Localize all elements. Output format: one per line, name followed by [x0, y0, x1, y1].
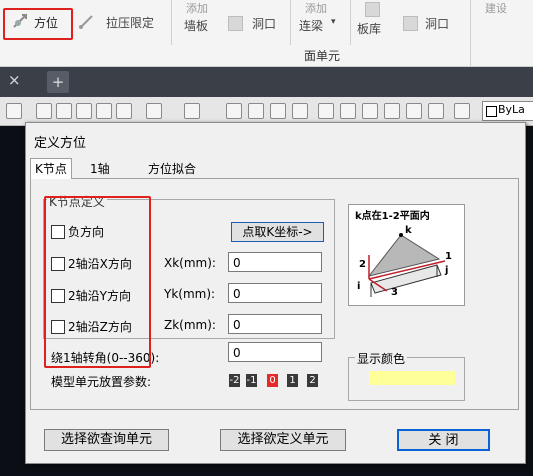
diagram-label-i: i: [357, 281, 361, 292]
zk-input[interactable]: 0: [228, 314, 322, 334]
checkbox-highlight: [44, 196, 151, 368]
diagram-label-k: k: [405, 225, 412, 236]
tab-orientation-fit[interactable]: 方位拟合: [144, 159, 200, 179]
yk-input[interactable]: 0: [228, 283, 322, 303]
match-icon[interactable]: [96, 103, 112, 119]
toolbar-icon[interactable]: [6, 103, 22, 119]
placement-label: 模型单元放置参数:: [51, 375, 152, 389]
insert-icon[interactable]: [116, 103, 132, 119]
rotation-input[interactable]: 0: [228, 342, 322, 362]
tool-palette-icon[interactable]: [362, 103, 378, 119]
markup-icon[interactable]: [406, 103, 422, 119]
ribbon: 方位 拉压限定 添加 墙板 洞口 添加 连梁 ▾ 板库 洞口 建设 面单元: [0, 0, 533, 67]
tension-limit-label: 拉压限定: [106, 16, 155, 30]
link-beam-tool[interactable]: 添加 连梁 ▾: [297, 0, 343, 40]
hole-label-1: 洞口: [252, 17, 277, 31]
pan-icon[interactable]: [226, 103, 242, 119]
chevron-down-icon: ▾: [331, 17, 336, 27]
diagram-label-2: 2: [359, 259, 366, 270]
redo-icon[interactable]: [184, 103, 200, 119]
tension-limit-icon: [79, 15, 93, 29]
calculator-icon[interactable]: [428, 103, 444, 119]
hole-icon: [403, 16, 418, 31]
hole-tool-1[interactable]: 洞口: [228, 14, 288, 32]
pick-k-coordinate-button[interactable]: 点取K坐标->: [231, 222, 324, 242]
divider: [290, 0, 291, 45]
placement-option[interactable]: -2: [229, 374, 240, 387]
cut-icon[interactable]: [36, 103, 52, 119]
zk-label: Zk(mm):: [164, 318, 216, 332]
divider: [470, 0, 471, 66]
link-beam-line1: 添加: [305, 2, 327, 15]
add-wall-tool[interactable]: 添加 墙板: [182, 0, 222, 40]
add-wall-line1: 添加: [186, 2, 208, 15]
display-color-title: 显示颜色: [355, 350, 408, 367]
copy-icon[interactable]: [56, 103, 72, 119]
yk-label: Yk(mm):: [164, 287, 216, 301]
hole-label-2: 洞口: [425, 17, 450, 31]
tension-limit-tool[interactable]: 拉压限定: [78, 13, 168, 31]
orient-highlight: [3, 8, 73, 40]
divider: [350, 0, 351, 45]
slab-lib-tool[interactable]: 板库: [356, 2, 392, 38]
diagram-title: k点在1-2平面内: [355, 211, 430, 222]
paste-icon[interactable]: [76, 103, 92, 119]
xk-label: Xk(mm):: [164, 256, 216, 270]
link-beam-line2: 连梁: [299, 19, 324, 33]
close-button[interactable]: 关 闭: [397, 429, 490, 451]
drawing-tab-strip: × +: [0, 67, 533, 97]
diagram-label-1: 1: [445, 251, 452, 262]
zoom-prev-icon[interactable]: [292, 103, 308, 119]
xk-input[interactable]: 0: [228, 252, 322, 272]
dialog-title: 定义方位: [34, 136, 87, 151]
diagram-label-3: 3: [391, 287, 398, 298]
slab-lib-icon: [365, 2, 380, 17]
placement-option-selected[interactable]: 0: [267, 374, 278, 387]
bylayer-swatch: [486, 106, 497, 117]
sheet-set-icon[interactable]: [384, 103, 400, 119]
zoom-window-icon[interactable]: [270, 103, 286, 119]
diagram-label-j: j: [445, 265, 449, 276]
add-wall-line2: 墙板: [184, 19, 209, 33]
bylayer-field[interactable]: ByLa: [482, 101, 533, 121]
partial-right-label: 建设: [485, 2, 507, 15]
select-query-element-button[interactable]: 选择欲查询单元: [44, 429, 169, 451]
placement-option[interactable]: 1: [287, 374, 298, 387]
undo-icon[interactable]: [146, 103, 162, 119]
placement-option[interactable]: 2: [307, 374, 318, 387]
ribbon-group-label: 面单元: [304, 49, 341, 63]
placement-option[interactable]: -1: [246, 374, 257, 387]
properties-icon[interactable]: [318, 103, 334, 119]
hole-tool-2[interactable]: 洞口: [403, 14, 463, 32]
define-orientation-dialog: 定义方位 K节点 1轴 方位拟合 K节点定义 负方向 2轴沿X方向 2轴沿Y方向…: [25, 122, 526, 464]
layer-icon[interactable]: [454, 103, 470, 119]
select-define-element-button[interactable]: 选择欲定义单元: [220, 429, 346, 451]
display-color-swatch[interactable]: [369, 371, 455, 385]
divider: [171, 0, 172, 45]
hole-icon: [228, 16, 243, 31]
add-tab-button[interactable]: +: [47, 71, 69, 93]
orientation-diagram: k点在1-2平面内 k 1 2 j i 3: [348, 204, 465, 306]
bylayer-label: ByLa: [498, 103, 525, 116]
design-center-icon[interactable]: [340, 103, 356, 119]
zoom-icon[interactable]: [248, 103, 264, 119]
tab-panel: K节点定义 负方向 2轴沿X方向 2轴沿Y方向 2轴沿Z方向 点取K坐标-> X…: [30, 178, 519, 410]
tab-axis-1[interactable]: 1轴: [86, 159, 114, 179]
slab-lib-label: 板库: [357, 22, 382, 36]
tab-k-node[interactable]: K节点: [30, 158, 72, 179]
close-tab-icon[interactable]: ×: [8, 71, 21, 89]
